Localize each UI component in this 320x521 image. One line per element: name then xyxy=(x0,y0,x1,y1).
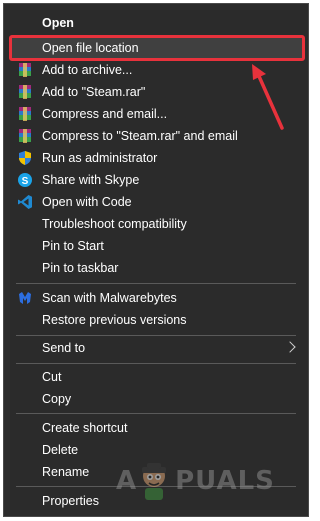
menu-item-label: Restore previous versions xyxy=(42,313,187,327)
malwarebytes-icon xyxy=(19,292,31,304)
menu-item-label: Add to archive... xyxy=(42,63,133,77)
menu-item-label: Pin to taskbar xyxy=(42,261,119,275)
winrar-icon xyxy=(19,129,31,143)
menu-item-label: Send to xyxy=(42,341,86,355)
watermark-text-right: PUALS xyxy=(175,466,275,496)
appuals-watermark: A PUALS xyxy=(116,456,275,506)
winrar-icon xyxy=(19,107,31,121)
menu-item-label: Create shortcut xyxy=(42,421,128,435)
chevron-right-icon xyxy=(284,341,296,353)
menu-item-label: Troubleshoot compatibility xyxy=(42,217,187,231)
menu-item-pin-to-start[interactable]: Pin to Start xyxy=(4,235,308,257)
menu-item-restore-previous-versions[interactable]: Restore previous versions xyxy=(4,309,308,331)
menu-separator xyxy=(16,363,296,364)
menu-item-troubleshoot-compatibility[interactable]: Troubleshoot compatibility xyxy=(4,213,308,235)
menu-item-scan-with-malwarebytes[interactable]: Scan with Malwarebytes xyxy=(4,287,308,309)
menu-item-send-to[interactable]: Send to xyxy=(4,337,308,359)
menu-item-cut[interactable]: Cut xyxy=(4,366,308,388)
winrar-icon xyxy=(19,85,31,99)
menu-item-run-as-administrator[interactable]: Run as administrator xyxy=(4,147,308,169)
menu-item-label: Cut xyxy=(42,370,62,384)
menu-item-label: Delete xyxy=(42,443,79,457)
skype-icon: S xyxy=(18,173,32,187)
screenshot-frame: Open Open file location Add to archive..… xyxy=(0,0,312,521)
menu-separator xyxy=(16,413,296,414)
menu-item-label: Compress and email... xyxy=(42,107,168,121)
menu-item-label: Add to "Steam.rar" xyxy=(42,85,146,99)
menu-item-label: Open with Code xyxy=(42,195,132,209)
menu-item-label: Compress to "Steam.rar" and email xyxy=(42,129,238,143)
menu-item-open[interactable]: Open xyxy=(4,12,308,34)
vscode-icon xyxy=(18,195,32,209)
menu-separator xyxy=(16,335,296,336)
svg-text:S: S xyxy=(22,176,29,187)
menu-item-create-shortcut[interactable]: Create shortcut xyxy=(4,417,308,439)
watermark-text-left: A xyxy=(116,466,138,496)
menu-item-label: Properties xyxy=(42,494,99,508)
menu-item-pin-to-taskbar[interactable]: Pin to taskbar xyxy=(4,257,308,279)
menu-item-label: Copy xyxy=(42,392,72,406)
winrar-icon xyxy=(19,63,31,77)
menu-item-label: Pin to Start xyxy=(42,239,104,253)
menu-item-label: Open xyxy=(42,16,74,30)
red-arrow-annotation xyxy=(252,64,284,130)
menu-item-label: Scan with Malwarebytes xyxy=(42,291,177,305)
menu-item-label: Open file location xyxy=(42,41,139,55)
menu-item-copy[interactable]: Copy xyxy=(4,388,308,410)
menu-item-share-with-skype[interactable]: S Share with Skype xyxy=(4,169,308,191)
menu-item-label: Rename xyxy=(42,465,90,479)
uac-shield-icon xyxy=(19,151,31,165)
menu-item-open-file-location[interactable]: Open file location xyxy=(4,37,308,59)
menu-separator xyxy=(16,283,296,284)
menu-item-label: Share with Skype xyxy=(42,173,140,187)
menu-item-open-with-code[interactable]: Open with Code xyxy=(4,191,308,213)
mascot-icon xyxy=(142,463,167,500)
menu-item-label: Run as administrator xyxy=(42,151,158,165)
